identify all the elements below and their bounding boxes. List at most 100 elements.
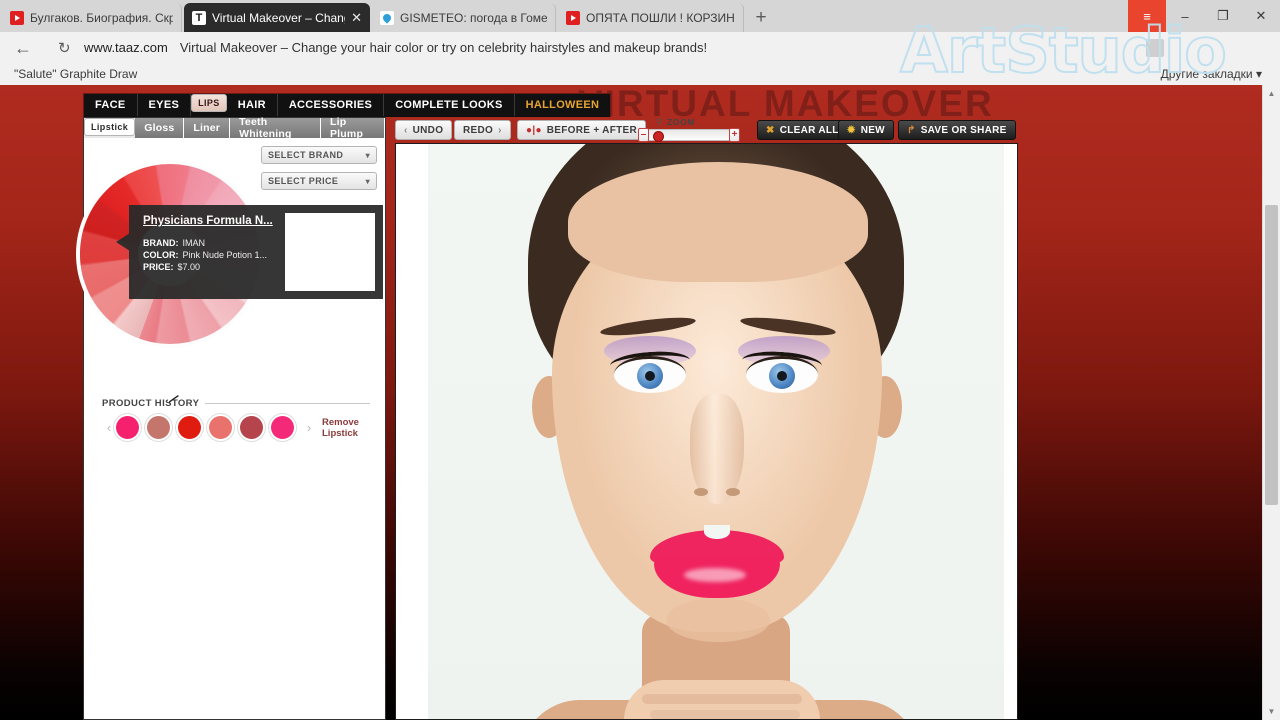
select-price-dropdown[interactable]: SELECT PRICE ▾ [261, 172, 377, 190]
undo-button[interactable]: ‹ UNDO [395, 120, 453, 140]
product-brand-row: BRAND: IMAN [143, 238, 205, 248]
product-color-row: COLOR: Pink Nude Potion 1... [143, 250, 267, 260]
zoom-control[interactable]: ⚲ ZOOM – + [638, 117, 740, 143]
redo-button[interactable]: REDO › [454, 120, 511, 140]
lips-sub-tabs: Lipstick Gloss Liner Teeth Whitening Lip… [84, 116, 385, 140]
select-brand-dropdown[interactable]: SELECT BRAND ▾ [261, 146, 377, 164]
browser-tab-3[interactable]: ОПЯТА ПОШЛИ ! КОРЗИН [558, 3, 744, 32]
filter-dropdowns: SELECT BRAND ▾ SELECT PRICE ▾ [261, 146, 377, 198]
tab-hair[interactable]: HAIR [226, 94, 278, 116]
tab-eyes[interactable]: EYES [137, 94, 192, 116]
gismeteo-icon [380, 10, 394, 25]
before-after-icon: ●|● [526, 124, 542, 136]
price-value: $7.00 [177, 262, 201, 272]
save-or-share-label: SAVE OR SHARE [920, 124, 1007, 136]
editor-toolbar: ‹ UNDO REDO › ●|● BEFORE + AFTER ⚲ ZOOM … [395, 117, 1018, 143]
history-swatch-1[interactable] [147, 416, 170, 439]
subtab-teeth-whitening[interactable]: Teeth Whitening [230, 116, 321, 140]
history-swatch-2[interactable] [178, 416, 201, 439]
zoom-slider-knob[interactable] [653, 131, 664, 142]
save-or-share-button[interactable]: ↱ SAVE OR SHARE [898, 120, 1016, 140]
zoom-out-button[interactable]: – [638, 128, 649, 142]
divider [205, 403, 370, 404]
search-icon: ⚲ [656, 117, 663, 127]
subtab-lip-plump[interactable]: Lip Plump [320, 116, 385, 140]
close-window-icon[interactable]: ✕ [1242, 0, 1280, 32]
artstudio-watermark: ArtStudio [899, 13, 1228, 88]
history-prev-arrow[interactable]: ‹ [102, 420, 116, 435]
tab-face[interactable]: FACE [84, 94, 138, 116]
address-bar[interactable]: www.taaz.com Virtual Makeover – Change yo… [84, 40, 707, 55]
scrollbar-thumb[interactable] [1265, 205, 1278, 505]
product-name: Physicians Formula N... [143, 215, 273, 227]
before-after-button[interactable]: ●|● BEFORE + AFTER [517, 120, 647, 140]
zoom-in-button[interactable]: + [729, 128, 740, 142]
browser-tab-2[interactable]: GISMETEO: погода в Гомел [372, 3, 556, 32]
tab-complete-looks[interactable]: COMPLETE LOOKS [384, 94, 515, 116]
remove-lipstick-button[interactable]: Remove Lipstick [322, 417, 359, 439]
select-brand-label: SELECT BRAND [268, 150, 344, 160]
reload-icon[interactable]: ↻ [58, 39, 71, 59]
browser-tab-title: ОПЯТА ПОШЛИ ! КОРЗИН [586, 10, 735, 25]
model-forehead [568, 162, 868, 282]
history-swatch-4[interactable] [240, 416, 263, 439]
history-swatch-3[interactable] [209, 416, 232, 439]
model-nostril-right [726, 488, 740, 496]
brand-value: IMAN [182, 238, 206, 248]
product-history-swatches: ‹ › Remove Lipstick [102, 416, 370, 439]
close-icon[interactable]: ✕ [351, 10, 362, 26]
model-hands [624, 680, 820, 719]
browser-tab-title: Virtual Makeover – Chang [212, 10, 346, 25]
redo-label: REDO [463, 124, 494, 136]
back-icon[interactable]: ← [14, 38, 32, 58]
new-tab-button[interactable]: + [748, 6, 774, 30]
history-swatch-5[interactable] [271, 416, 294, 439]
extension-icon-4[interactable] [1248, 39, 1266, 57]
chevron-down-icon: ▾ [365, 150, 370, 160]
new-button[interactable]: ✹ NEW [838, 120, 894, 140]
chevron-down-icon: ▾ [1255, 67, 1262, 81]
remove-line-2: Lipstick [322, 427, 358, 439]
select-price-label: SELECT PRICE [268, 176, 339, 186]
brand-key: BRAND: [143, 238, 179, 248]
youtube-icon [566, 10, 580, 25]
product-price-row: PRICE: $7.00 [143, 262, 200, 272]
product-history-section: PRODUCT HISTORY ‹ › Remove Lipstick [102, 398, 370, 439]
scroll-down-arrow[interactable]: ▼ [1263, 703, 1280, 720]
clear-all-label: CLEAR ALL [779, 124, 839, 136]
chevron-down-icon: ▾ [365, 176, 370, 186]
page-scrollbar[interactable]: ▲ ▼ [1262, 85, 1280, 720]
scroll-up-arrow[interactable]: ▲ [1263, 85, 1280, 102]
model-nostril-left [694, 488, 708, 496]
browser-tab-1[interactable]: T Virtual Makeover – Chang ✕ [184, 3, 370, 32]
color-key: COLOR: [143, 250, 179, 260]
product-history-title: PRODUCT HISTORY [102, 398, 200, 409]
subtab-lipstick[interactable]: Lipstick [84, 118, 136, 136]
model-photo[interactable] [428, 144, 1004, 719]
tab-halloween[interactable]: HALLOWEEN [514, 94, 611, 116]
tab-lips[interactable]: LIPS [191, 94, 227, 112]
product-thumbnail [285, 213, 375, 291]
model-chin [666, 598, 770, 642]
web-page-content: VIRTUAL MAKEOVER FACE EYES LIPS HAIR ACC… [0, 85, 1262, 720]
chevron-left-icon: ‹ [404, 124, 408, 136]
lips-panel: Lipstick Gloss Liner Teeth Whitening Lip… [80, 116, 386, 720]
remove-line-1: Remove [322, 416, 359, 428]
url-page-title: Virtual Makeover – Change your hair colo… [179, 40, 708, 55]
share-icon: ↱ [907, 124, 916, 136]
color-value: Pink Nude Potion 1... [182, 250, 268, 260]
history-swatch-0[interactable] [116, 416, 139, 439]
bookmark-item-0[interactable]: "Salute" Graphite Draw [14, 67, 137, 81]
tab-accessories[interactable]: ACCESSORIES [277, 94, 385, 116]
subtab-liner[interactable]: Liner [184, 118, 231, 138]
subtab-gloss[interactable]: Gloss [135, 118, 185, 138]
makeover-canvas[interactable] [395, 143, 1018, 720]
url-domain: www.taaz.com [84, 40, 168, 55]
history-next-arrow[interactable]: › [302, 420, 316, 435]
clear-all-button[interactable]: ✖ CLEAR ALL [757, 120, 848, 140]
taaz-icon: T [192, 10, 206, 25]
tooltip-pointer [116, 233, 130, 251]
browser-tab-0[interactable]: Булгаков. Биография. Скры [2, 3, 182, 32]
mouse-cursor [168, 388, 178, 402]
model-lip-gloss-highlight [684, 568, 746, 582]
